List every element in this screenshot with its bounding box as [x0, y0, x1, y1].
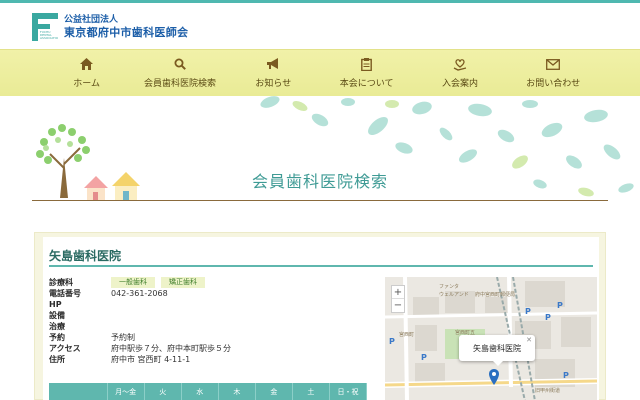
info-row-equipment: 設備	[49, 310, 369, 321]
map-label: 宮西町	[399, 332, 415, 338]
map-label: ウェルアンド	[439, 292, 469, 298]
info-label: 診療科	[49, 278, 73, 287]
info-value: 予約制	[111, 333, 135, 342]
nav-item-contact[interactable]: お問い合わせ	[507, 50, 600, 96]
logo-mark-text: FUCHU DENTAL ASSOCIATION	[40, 31, 58, 39]
nav-label: ホーム	[73, 79, 101, 89]
info-row-address: 住所 府中市 宮西町 4-11-1	[49, 354, 369, 365]
zoom-in-button[interactable]: +	[392, 286, 404, 299]
close-icon[interactable]: ✕	[526, 336, 532, 344]
map-label: ファンタ	[439, 284, 460, 290]
popup-title: 矢島歯科医院	[473, 343, 521, 353]
parking-icon: P	[389, 337, 395, 346]
hours-col: 木	[219, 383, 256, 400]
clinic-name-underline	[49, 265, 593, 267]
map-label: 府中宮西町郵便局	[475, 292, 516, 298]
parking-icon: P	[563, 371, 569, 380]
nav-item-clinic-search[interactable]: 会員歯科医院検索	[133, 50, 226, 96]
info-row-reservation: 予約 予約制	[49, 332, 369, 343]
page-hero: 会員歯科医院検索	[0, 96, 640, 228]
clipboard-icon	[360, 57, 374, 71]
specialty-tag: 矯正歯科	[161, 277, 205, 288]
info-value: 一般歯科 矯正歯科	[111, 277, 211, 288]
info-label: 治療	[49, 322, 65, 331]
map-label: 旧甲州街道	[535, 388, 561, 394]
logo-line-2: 東京都府中市歯科医師会	[64, 25, 189, 39]
page-title: 会員歯科医院検索	[251, 172, 388, 191]
logo-mark-icon: FUCHU DENTAL ASSOCIATION	[32, 13, 58, 41]
site-logo[interactable]: FUCHU DENTAL ASSOCIATION 公益社団法人 東京都府中市歯科…	[32, 13, 188, 41]
envelope-icon	[546, 57, 561, 71]
info-row-phone: 電話番号 042-361-2068	[49, 288, 369, 299]
heart-hand-icon	[453, 57, 467, 71]
nav-label: お知らせ	[255, 79, 292, 89]
zoom-out-button[interactable]: −	[392, 299, 404, 312]
clinic-info-list: 診療科 一般歯科矯正歯科 電話番号 042-361-2068 HP 設備 治療	[49, 277, 369, 365]
info-label: アクセス	[49, 344, 81, 353]
hero-divider	[32, 200, 608, 201]
search-icon	[173, 57, 187, 71]
logo-line-1: 公益社団法人	[64, 14, 119, 25]
nav-item-about[interactable]: 本会について	[320, 50, 413, 96]
nav-label: 会員歯科医院検索	[143, 79, 216, 89]
nav-item-membership[interactable]: 入会案内	[413, 50, 506, 96]
nav-item-news[interactable]: お知らせ	[227, 50, 320, 96]
hours-col: 火	[145, 383, 182, 400]
map-info-popup: 矢島歯科医院 ✕	[459, 335, 535, 366]
logo-text: 公益社団法人 東京都府中市歯科医師会	[64, 15, 188, 40]
phone-number[interactable]: 042-361-2068	[111, 289, 168, 298]
hours-col: 日・祝	[330, 383, 367, 400]
parking-icon: P	[545, 313, 551, 322]
info-label: HP	[49, 300, 62, 309]
info-value: 府中市 宮西町 4-11-1	[111, 355, 191, 364]
megaphone-icon	[266, 57, 280, 71]
map-zoom-controls: + −	[391, 285, 405, 313]
nav-label: 本会について	[339, 79, 394, 89]
hours-col	[49, 383, 108, 400]
hours-col: 月～金	[108, 383, 145, 400]
hours-col: 土	[293, 383, 330, 400]
info-row-treatment: 治療	[49, 321, 369, 332]
parking-icon: P	[421, 353, 427, 362]
nav-item-home[interactable]: ホーム	[40, 50, 133, 96]
parking-icon: P	[557, 301, 563, 310]
info-label: 住所	[49, 355, 65, 364]
leaves-illustration	[36, 96, 634, 200]
home-icon	[80, 57, 94, 71]
global-nav: ホーム 会員歯科医院検索 お知らせ 本会について 入会案内 お問い合わせ	[0, 49, 640, 96]
info-label: 電話番号	[49, 289, 81, 298]
info-label: 予約	[49, 333, 65, 342]
info-value: 府中駅歩７分、府中本町駅歩５分	[111, 344, 231, 353]
hours-table-header: 月～金 火 水 木 金 土 日・祝	[49, 383, 367, 400]
clinic-map[interactable]: ファンタ ウェルアンド 府中宮西町郵便局 宮西町 宮西町五 旧甲州街道 P P …	[385, 277, 597, 400]
info-label: 設備	[49, 311, 65, 320]
parking-icon: P	[525, 307, 531, 316]
info-row-specialty: 診療科 一般歯科 矯正歯科	[49, 277, 369, 288]
nav-label: お問い合わせ	[526, 79, 581, 89]
site-header: FUCHU DENTAL ASSOCIATION 公益社団法人 東京都府中市歯科…	[0, 3, 640, 49]
info-row-hp: HP	[49, 299, 369, 310]
clinic-name: 矢島歯科医院	[49, 249, 122, 263]
map-pin-icon[interactable]	[489, 369, 499, 385]
nav-label: 入会案内	[441, 79, 478, 89]
clinic-detail-section: 矢島歯科医院 診療科 一般歯科 矯正歯科 電話番号 042-361-2068 HP…	[34, 232, 606, 400]
hours-col: 金	[256, 383, 293, 400]
hours-col: 水	[182, 383, 219, 400]
info-row-access: アクセス 府中駅歩７分、府中本町駅歩５分	[49, 343, 369, 354]
specialty-tag: 一般歯科	[111, 277, 155, 288]
clinic-card: 矢島歯科医院 診療科 一般歯科 矯正歯科 電話番号 042-361-2068 HP…	[43, 237, 599, 400]
